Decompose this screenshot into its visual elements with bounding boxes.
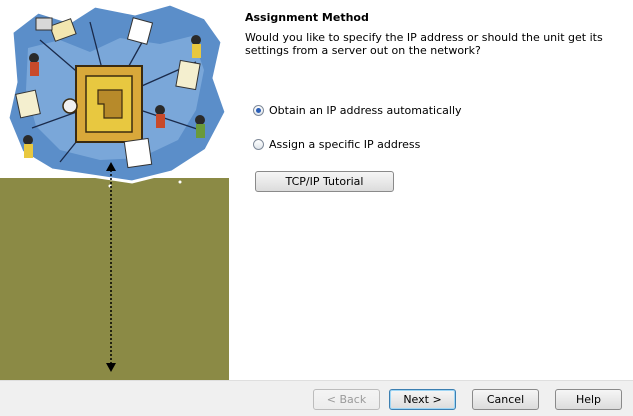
page-title: Assignment Method	[245, 11, 369, 24]
radio-assign-specific[interactable]: Assign a specific IP address	[253, 138, 420, 151]
cancel-button[interactable]: Cancel	[472, 389, 539, 410]
question-text: Would you like to specify the IP address…	[245, 31, 603, 57]
radio-button-selected[interactable]	[253, 105, 264, 116]
wizard-side-panel	[0, 0, 229, 380]
wizard-footer: < Back Next > Cancel Help	[0, 380, 633, 416]
help-button[interactable]: Help	[555, 389, 622, 410]
back-button[interactable]: < Back	[313, 389, 380, 410]
wizard-content: Assignment Method Would you like to spec…	[245, 0, 633, 380]
radio-label: Assign a specific IP address	[269, 138, 421, 151]
radio-button[interactable]	[253, 139, 264, 150]
dotted-arrow-icon	[106, 162, 116, 372]
next-button[interactable]: Next >	[389, 389, 456, 410]
radio-obtain-automatically[interactable]: Obtain an IP address automatically	[253, 104, 462, 117]
tcpip-tutorial-button[interactable]: TCP/IP Tutorial	[255, 171, 394, 192]
radio-label: Obtain an IP address automatically	[269, 104, 462, 117]
